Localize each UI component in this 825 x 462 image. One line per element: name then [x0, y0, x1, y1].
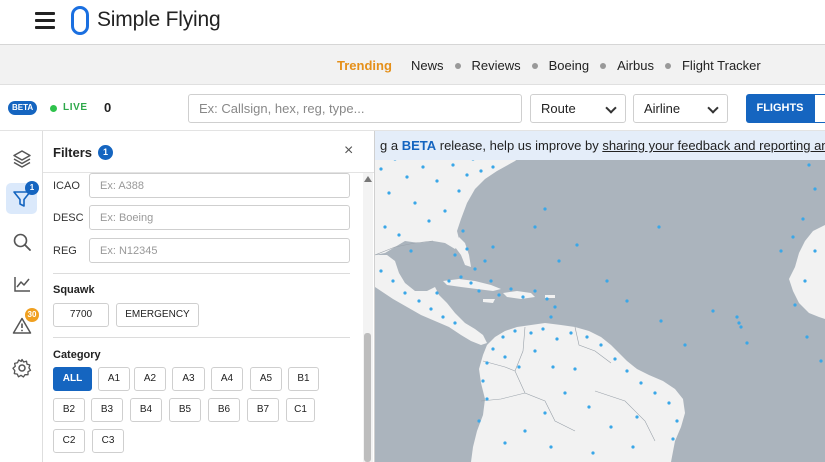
filters-count-badge: 1 — [98, 145, 113, 160]
category-a1-chip[interactable]: A1 — [98, 367, 130, 391]
hamburger-icon[interactable] — [35, 12, 55, 30]
squawk-7700-button[interactable]: 7700 — [53, 303, 109, 327]
map-land-jamaica — [483, 299, 495, 303]
next-toggle-button[interactable] — [814, 94, 825, 123]
live-indicator-icon — [50, 105, 57, 112]
filters-title: Filters — [53, 145, 93, 160]
layers-icon[interactable] — [6, 143, 37, 174]
nav-separator — [531, 63, 538, 70]
banner-beta: BETA — [401, 138, 437, 153]
category-c1-chip[interactable]: C1 — [286, 398, 315, 422]
map-land-central-america — [375, 255, 487, 345]
nav-items: News Reviews Boeing Airbus Flight Tracker — [411, 58, 761, 73]
flights-button[interactable]: FLIGHTS — [746, 94, 814, 123]
chevron-down-icon — [605, 102, 617, 114]
section-divider — [53, 337, 350, 338]
reg-label: REG — [53, 245, 77, 257]
squawk-emergency-button[interactable]: EMERGENCY — [116, 303, 199, 327]
filters-panel: Filters 1 × ICAO DESC REG Squawk 7700 EM… — [43, 131, 375, 462]
category-b1-chip[interactable]: B1 — [288, 367, 319, 391]
category-a3-chip[interactable]: A3 — [172, 367, 205, 391]
map-land-florida — [455, 237, 471, 267]
section-divider — [53, 273, 350, 274]
route-select[interactable]: Route — [530, 94, 626, 123]
category-b2-chip[interactable]: B2 — [53, 398, 85, 422]
map-land-hispaniola — [503, 291, 535, 299]
live-count: 0 — [104, 100, 112, 115]
live-label: LIVE — [63, 102, 88, 113]
alerts-count-badge: 30 — [25, 308, 39, 322]
alert-icon[interactable]: 30 — [6, 308, 39, 341]
reg-input[interactable] — [89, 238, 350, 263]
category-b7-chip[interactable]: B7 — [247, 398, 279, 422]
category-c2-chip[interactable]: C2 — [53, 429, 85, 453]
feedback-link[interactable]: sharing your feedback and reporting any … — [602, 138, 825, 153]
nav-item-airbus[interactable]: Airbus — [617, 58, 654, 73]
site-header: Simple Flying — [0, 0, 825, 45]
route-select-label: Route — [541, 101, 576, 116]
flight-search-input[interactable] — [188, 94, 522, 123]
nav-item-boeing[interactable]: Boeing — [549, 58, 589, 73]
filter-count-badge: 1 — [25, 181, 39, 195]
icon-rail: 1 30 — [0, 131, 43, 462]
category-b5-chip[interactable]: B5 — [169, 398, 201, 422]
airline-select[interactable]: Airline — [633, 94, 728, 123]
logo-icon[interactable] — [71, 6, 89, 35]
banner-prefix: g a — [380, 138, 402, 153]
squawk-title: Squawk — [53, 284, 95, 296]
filter-icon[interactable]: 1 — [6, 181, 39, 214]
search-icon[interactable] — [6, 226, 37, 257]
scroll-up-arrow-icon[interactable] — [364, 176, 372, 182]
category-all-chip[interactable]: ALL — [53, 367, 92, 391]
nav-separator — [664, 63, 671, 70]
beta-badge: BETA — [8, 101, 38, 115]
scrollbar-thumb[interactable] — [364, 333, 371, 462]
chart-icon[interactable] — [6, 268, 37, 299]
category-a5-chip[interactable]: A5 — [250, 367, 282, 391]
category-b3-chip[interactable]: B3 — [91, 398, 123, 422]
map-canvas[interactable] — [375, 131, 825, 462]
close-icon[interactable]: × — [344, 142, 353, 160]
gear-icon[interactable] — [6, 352, 37, 383]
category-a4-chip[interactable]: A4 — [211, 367, 243, 391]
nav-separator — [454, 63, 461, 70]
nav-item-flight-tracker[interactable]: Flight Tracker — [682, 58, 761, 73]
category-c3-chip[interactable]: C3 — [92, 429, 124, 453]
flight-map[interactable] — [375, 131, 825, 462]
icao-label: ICAO — [53, 180, 80, 192]
map-land-south-america — [471, 323, 685, 462]
banner-middle: release, help us improve by — [436, 138, 603, 153]
category-a2-chip[interactable]: A2 — [134, 367, 166, 391]
desc-label: DESC — [53, 212, 84, 224]
nav-bar: Trending News Reviews Boeing Airbus Flight T… — [0, 45, 825, 85]
tracker-toolbar: BETA LIVE 0 Route Airline FLIGHTS — [0, 85, 825, 131]
desc-input[interactable] — [89, 205, 350, 230]
beta-feedback-banner: g a BETA release, help us improve by sha… — [375, 131, 825, 160]
nav-separator — [600, 63, 607, 70]
site-logo-text[interactable]: Simple Flying — [97, 8, 221, 32]
chevron-down-icon — [707, 102, 719, 114]
category-title: Category — [53, 349, 101, 361]
category-b4-chip[interactable]: B4 — [130, 398, 162, 422]
category-b6-chip[interactable]: B6 — [208, 398, 240, 422]
icao-input[interactable] — [89, 173, 350, 198]
airline-select-label: Airline — [644, 101, 681, 116]
nav-item-reviews[interactable]: Reviews — [472, 58, 521, 73]
nav-item-news[interactable]: News — [411, 58, 444, 73]
nav-trending[interactable]: Trending — [337, 58, 392, 73]
